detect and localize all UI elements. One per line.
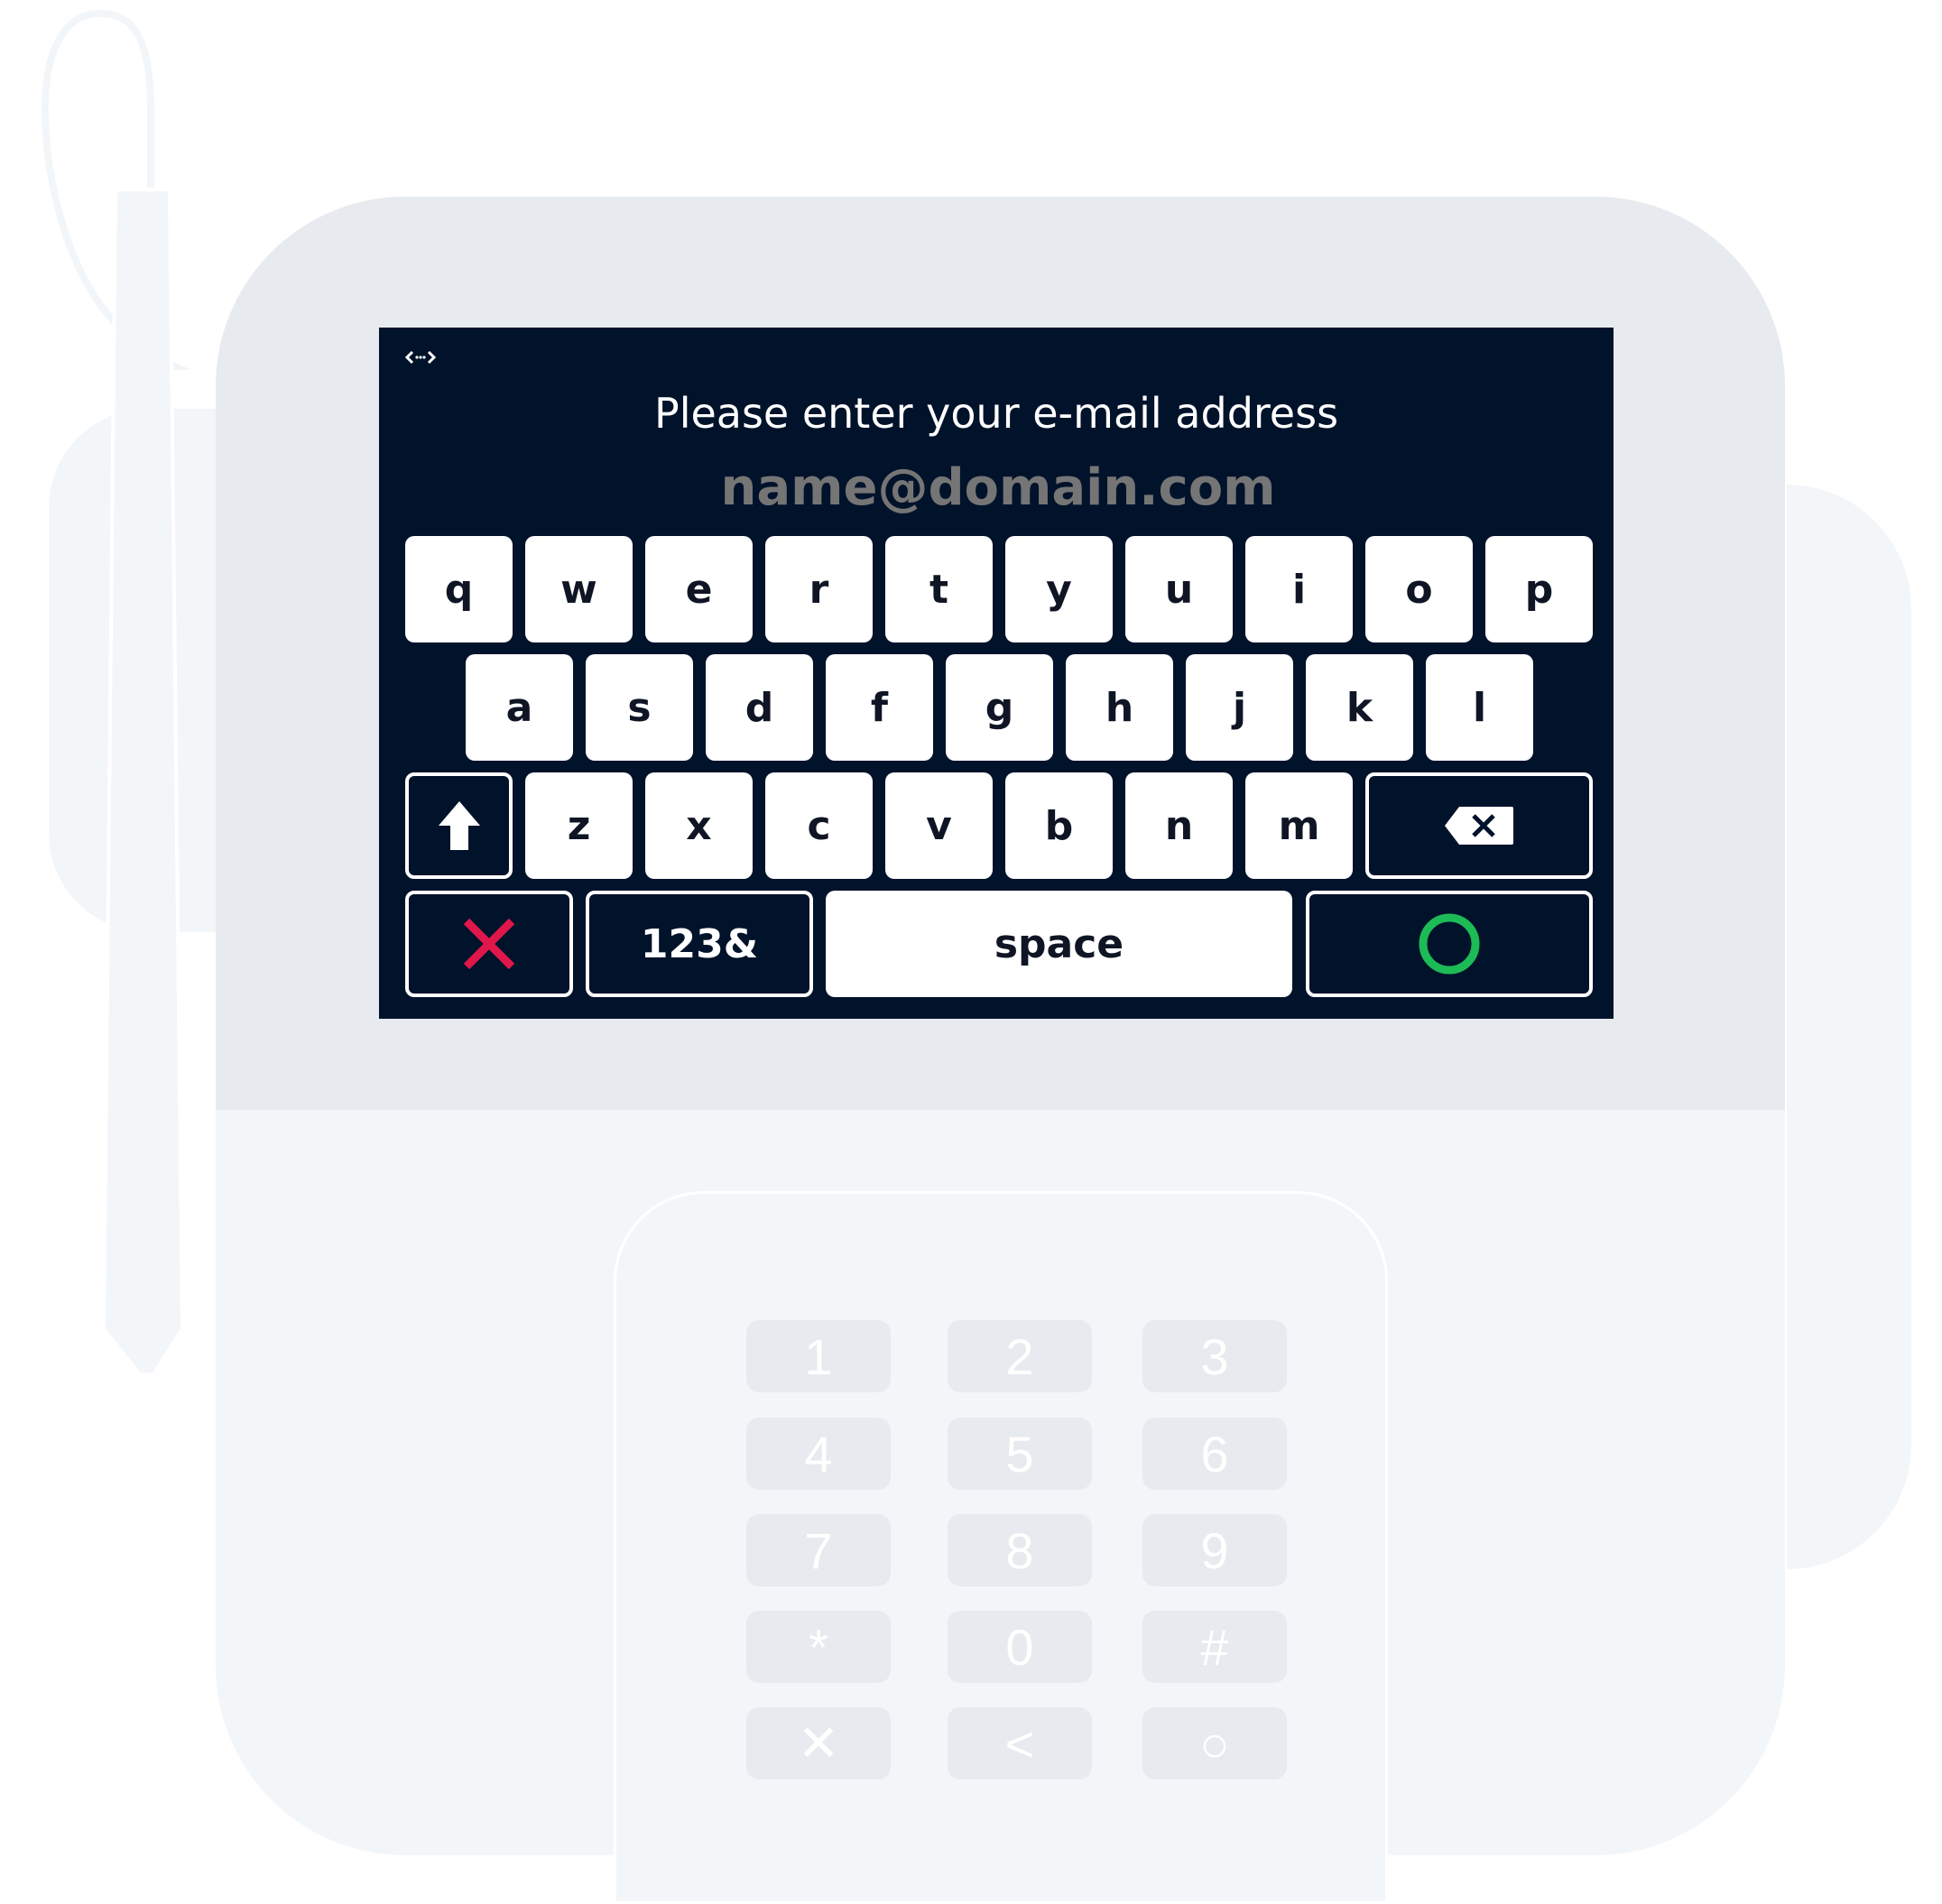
- key-d[interactable]: d: [706, 654, 813, 761]
- pinpad-back-key[interactable]: <: [948, 1707, 1092, 1779]
- pinpad-ok-key[interactable]: ○: [1142, 1707, 1287, 1779]
- key-z[interactable]: z: [525, 772, 633, 879]
- shift-key[interactable]: [405, 772, 513, 879]
- pinpad-key-star[interactable]: *: [746, 1611, 891, 1683]
- key-n[interactable]: n: [1125, 772, 1233, 879]
- cancel-key[interactable]: [405, 891, 573, 997]
- key-p[interactable]: p: [1485, 536, 1593, 642]
- key-y[interactable]: y: [1005, 536, 1113, 642]
- stylus-pen[interactable]: [99, 185, 199, 1376]
- pinpad-key-3[interactable]: 3: [1142, 1320, 1287, 1392]
- key-s[interactable]: s: [586, 654, 693, 761]
- key-a[interactable]: a: [466, 654, 573, 761]
- pinpad-key-7[interactable]: 7: [746, 1514, 891, 1586]
- email-input[interactable]: [379, 454, 1617, 521]
- key-f[interactable]: f: [826, 654, 933, 761]
- pinpad-key-5[interactable]: 5: [948, 1418, 1092, 1490]
- key-m[interactable]: m: [1245, 772, 1353, 879]
- key-l[interactable]: l: [1426, 654, 1533, 761]
- confirm-key[interactable]: [1306, 891, 1593, 997]
- code-arrows-icon[interactable]: [404, 347, 437, 367]
- pin-pad: 1 2 3 4 5 6 7 8 9 * 0 # ✕ < ○: [614, 1191, 1388, 1904]
- cancel-x-icon: [463, 918, 515, 970]
- pinpad-key-4[interactable]: 4: [746, 1418, 891, 1490]
- key-e[interactable]: e: [645, 536, 753, 642]
- terminal-screen: Please enter your e-mail address q w e r…: [379, 328, 1617, 1019]
- key-r[interactable]: r: [765, 536, 873, 642]
- key-i[interactable]: i: [1245, 536, 1353, 642]
- key-q[interactable]: q: [405, 536, 513, 642]
- key-t[interactable]: t: [885, 536, 993, 642]
- backspace-icon: [1445, 807, 1513, 845]
- pinpad-key-hash[interactable]: #: [1142, 1611, 1287, 1683]
- key-u[interactable]: u: [1125, 536, 1233, 642]
- numbers-symbols-key[interactable]: 123&: [586, 891, 813, 997]
- key-k[interactable]: k: [1306, 654, 1413, 761]
- key-o[interactable]: o: [1365, 536, 1473, 642]
- pinpad-key-8[interactable]: 8: [948, 1514, 1092, 1586]
- key-j[interactable]: j: [1186, 654, 1293, 761]
- space-key[interactable]: space: [826, 891, 1292, 997]
- key-w[interactable]: w: [525, 536, 633, 642]
- shift-arrow-icon: [438, 801, 480, 850]
- confirm-circle-icon: [1419, 913, 1480, 975]
- key-x[interactable]: x: [645, 772, 753, 879]
- key-c[interactable]: c: [765, 772, 873, 879]
- pinpad-key-1[interactable]: 1: [746, 1320, 891, 1392]
- device-right-grip: [1787, 485, 1911, 1569]
- pinpad-cancel-key[interactable]: ✕: [746, 1707, 891, 1779]
- key-v[interactable]: v: [885, 772, 993, 879]
- pinpad-key-9[interactable]: 9: [1142, 1514, 1287, 1586]
- backspace-key[interactable]: [1365, 772, 1593, 879]
- key-h[interactable]: h: [1066, 654, 1173, 761]
- key-g[interactable]: g: [946, 654, 1053, 761]
- key-b[interactable]: b: [1005, 772, 1113, 879]
- pinpad-key-0[interactable]: 0: [948, 1611, 1092, 1683]
- pinpad-key-6[interactable]: 6: [1142, 1418, 1287, 1490]
- email-prompt: Please enter your e-mail address: [653, 389, 1339, 438]
- pinpad-key-2[interactable]: 2: [948, 1320, 1092, 1392]
